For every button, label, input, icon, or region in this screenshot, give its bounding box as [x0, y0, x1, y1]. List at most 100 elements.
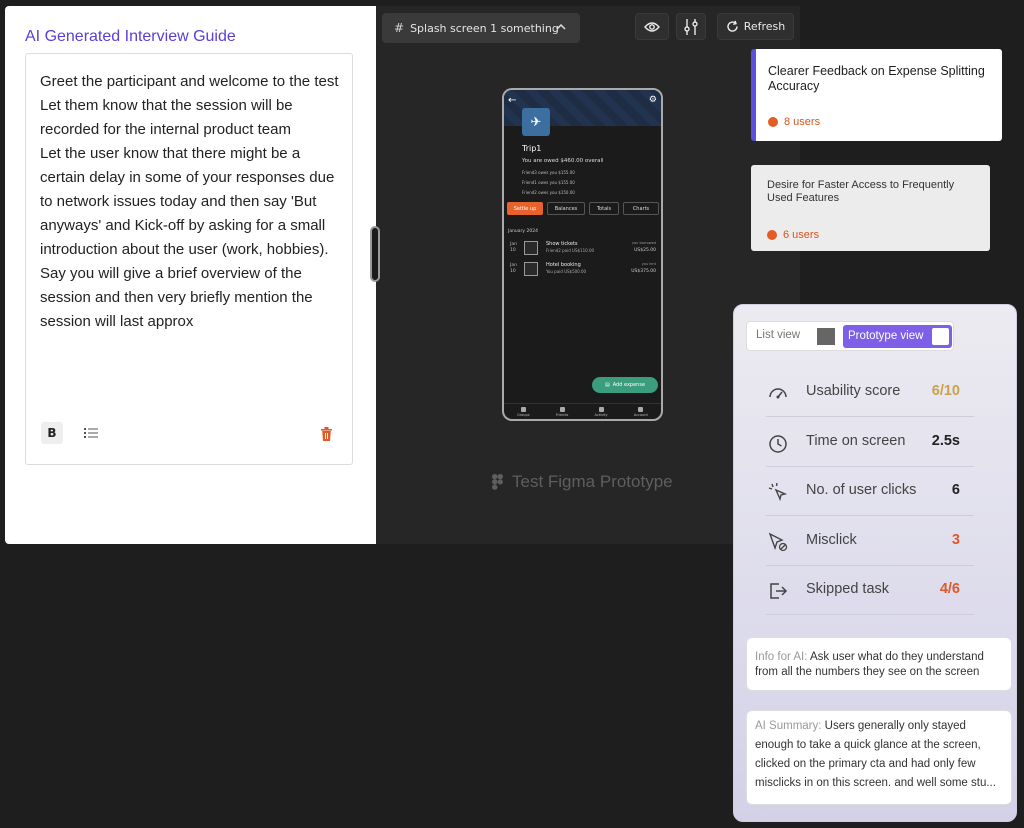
settings-button[interactable]	[676, 13, 706, 40]
metric-label: Skipped task	[806, 581, 890, 597]
metric-value: 2.5s	[931, 433, 960, 449]
expense-amount: US$25.00	[634, 248, 656, 253]
metric-skipped-task: Skipped task 4/6	[766, 566, 974, 615]
airplane-icon: ✈	[522, 108, 550, 136]
expense-status: you lent	[641, 262, 656, 266]
refresh-label: Refresh	[743, 20, 786, 33]
metric-value: 6/10	[931, 383, 960, 399]
guide-editor[interactable]: Greet the participant and welcome to the…	[25, 53, 353, 465]
eye-icon	[644, 21, 660, 32]
metrics-panel: List view Prototype view Usability score…	[733, 304, 1017, 822]
receipt-icon: ▤	[604, 382, 610, 388]
nav-groups[interactable]: Groups	[517, 406, 530, 417]
feedback-card[interactable]: Desire for Faster Access to Frequently U…	[751, 165, 990, 251]
phone-tabs: Settle up Balances Totals Charts	[507, 202, 661, 215]
guide-paragraph: Say you will give a brief overview of th…	[40, 265, 313, 330]
nav-label: Account	[633, 412, 648, 417]
friends-icon	[559, 406, 565, 412]
ai-info-prefix: Info for AI:	[755, 651, 808, 663]
prototype-label: Test Figma Prototype	[512, 472, 673, 491]
phone-bottom-nav: Groups Friends Activity Account	[504, 403, 661, 419]
nav-friends[interactable]: Friends	[555, 406, 569, 417]
resize-handle[interactable]	[370, 226, 380, 282]
gear-icon[interactable]: ⚙	[649, 95, 657, 105]
expense-name: Hotel booking	[546, 262, 581, 268]
receipt-icon	[524, 262, 538, 276]
guide-paragraph: Greet the participant and welcome to the…	[40, 73, 339, 90]
metric-usability-score: Usability score 6/10	[766, 368, 974, 417]
prototype-view-option[interactable]: Prototype view	[843, 325, 952, 348]
tab-totals[interactable]: Totals	[589, 202, 619, 215]
gauge-icon	[769, 388, 787, 399]
guide-text[interactable]: Greet the participant and welcome to the…	[40, 70, 340, 334]
expense-status: you borrowed	[631, 241, 656, 245]
sliders-icon	[684, 18, 698, 35]
expense-row[interactable]: Jan 10 Show tickets Friend2 paid US$110.…	[508, 240, 658, 258]
prototype-caption: Test Figma Prototype	[492, 472, 673, 492]
nav-label: Activity	[594, 412, 608, 417]
nav-label: Groups	[517, 412, 530, 417]
bold-button[interactable]: B	[41, 422, 63, 444]
add-expense-button[interactable]: ▤ Add expense	[592, 377, 658, 393]
prototype-view-label: Prototype view	[848, 330, 924, 342]
metric-value: 6	[951, 482, 960, 498]
account-icon	[638, 406, 644, 412]
add-expense-label: Add expense	[612, 382, 646, 388]
click-icon	[768, 482, 788, 502]
frame-icon: #	[394, 21, 405, 35]
guide-paragraph: Let them know that the session will be r…	[40, 97, 293, 138]
toggle-knob	[932, 328, 949, 345]
view-toggle[interactable]: List view Prototype view	[746, 321, 954, 351]
feedback-users: 6 users	[767, 229, 819, 241]
metric-label: Misclick	[806, 532, 857, 548]
tab-balances[interactable]: Balances	[547, 202, 585, 215]
expense-row[interactable]: Jan 10 Hotel booking You paid US$500.00 …	[508, 261, 658, 279]
users-count: 6 users	[783, 229, 820, 241]
ai-summary-box[interactable]: AI Summary: Users generally only stayed …	[746, 710, 1012, 805]
expense-sub: You paid US$500.00	[546, 269, 587, 274]
screen-selector[interactable]: # Splash screen 1 something	[382, 13, 580, 43]
metric-misclick: Misclick 3	[766, 517, 974, 566]
metric-label: Time on screen	[806, 433, 906, 449]
feedback-card[interactable]: Clearer Feedback on Expense Splitting Ac…	[751, 49, 1002, 141]
nav-account[interactable]: Account	[633, 406, 648, 417]
cursor-slash-icon	[768, 532, 788, 552]
refresh-button[interactable]: Refresh	[717, 13, 794, 40]
trip-name: Trip1	[522, 144, 542, 153]
list-icon[interactable]	[84, 427, 98, 439]
guide-paragraph: Let the user know that there might be a …	[40, 145, 335, 258]
figma-icon	[492, 474, 503, 490]
trash-icon[interactable]	[320, 427, 333, 441]
owes-line: Friend2 owes you $150.00	[522, 190, 575, 195]
chevron-up-icon	[556, 23, 566, 30]
nav-label: Friends	[555, 412, 569, 417]
owes-line: Friend3 owes you $155.00	[522, 170, 575, 175]
preview-button[interactable]	[635, 13, 669, 40]
groups-icon	[520, 406, 526, 412]
expense-amount: US$375.00	[631, 269, 656, 274]
ai-info-box[interactable]: Info for AI: Ask user what do they under…	[746, 637, 1012, 691]
feedback-title: Clearer Feedback on Expense Splitting Ac…	[768, 64, 985, 93]
expense-sub: Friend2 paid US$110.00	[546, 248, 595, 253]
metric-value: 3	[951, 532, 960, 548]
phone-prototype[interactable]: ← ⚙ ✈ Trip1 You are owed $460.00 overall…	[502, 88, 663, 421]
metric-label: Usability score	[806, 383, 901, 399]
interview-guide-panel: AI Generated Interview Guide Greet the p…	[5, 6, 376, 544]
tab-settle-up[interactable]: Settle up	[507, 202, 543, 215]
expense-date: Jan 10	[510, 263, 517, 274]
list-view-swatch	[817, 328, 835, 345]
clock-icon	[769, 435, 787, 453]
metric-label: No. of user clicks	[806, 482, 917, 498]
expense-name: Show tickets	[546, 241, 578, 247]
status-dot-icon	[767, 230, 777, 240]
back-arrow-icon[interactable]: ←	[508, 95, 516, 106]
ai-summary-prefix: AI Summary:	[755, 720, 822, 732]
nav-activity[interactable]: Activity	[594, 406, 608, 417]
month-header: January 2024	[508, 229, 538, 234]
list-view-option[interactable]: List view	[756, 329, 800, 341]
tab-charts[interactable]: Charts	[623, 202, 659, 215]
owes-line: Friend1 owes you $155.00	[522, 180, 575, 185]
status-dot-icon	[768, 117, 778, 127]
exit-icon	[770, 583, 788, 599]
metric-value: 4/6	[939, 581, 960, 597]
